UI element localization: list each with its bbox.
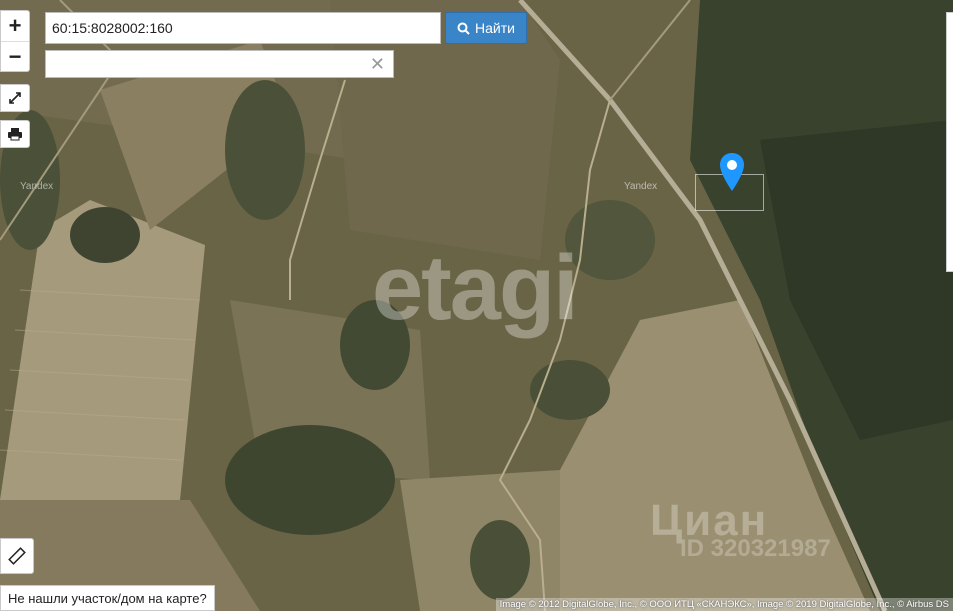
search-input[interactable]: 60:15:8028002:160 — [45, 12, 441, 44]
location-pin-icon[interactable] — [719, 152, 745, 192]
zoom-in-button[interactable]: + — [1, 11, 29, 41]
yandex-label: Yandex — [20, 181, 54, 192]
ruler-button[interactable] — [0, 538, 34, 574]
yandex-label: Yandex — [624, 181, 658, 192]
cian-id-watermark: ID 320321987 — [680, 535, 831, 562]
zoom-out-button[interactable]: − — [1, 41, 29, 72]
address-input[interactable]: ✕ — [45, 50, 394, 78]
search-icon — [457, 22, 470, 35]
printer-icon — [8, 128, 22, 141]
fullscreen-button[interactable] — [0, 84, 30, 112]
ruler-icon — [8, 547, 26, 565]
close-icon[interactable]: ✕ — [370, 54, 385, 75]
find-button-label: Найти — [475, 20, 515, 36]
zoom-control: + − — [0, 10, 30, 72]
expand-icon — [9, 92, 21, 104]
find-button[interactable]: Найти — [445, 12, 527, 44]
print-button[interactable] — [0, 120, 30, 148]
side-panel-edge[interactable] — [946, 12, 953, 272]
not-found-link[interactable]: Не нашли участок/дом на карте? — [0, 585, 215, 611]
etagi-watermark: etagi — [372, 237, 579, 339]
map-attribution: Image © 2012 DigitalGlobe, Inc., © ООО И… — [495, 598, 953, 611]
